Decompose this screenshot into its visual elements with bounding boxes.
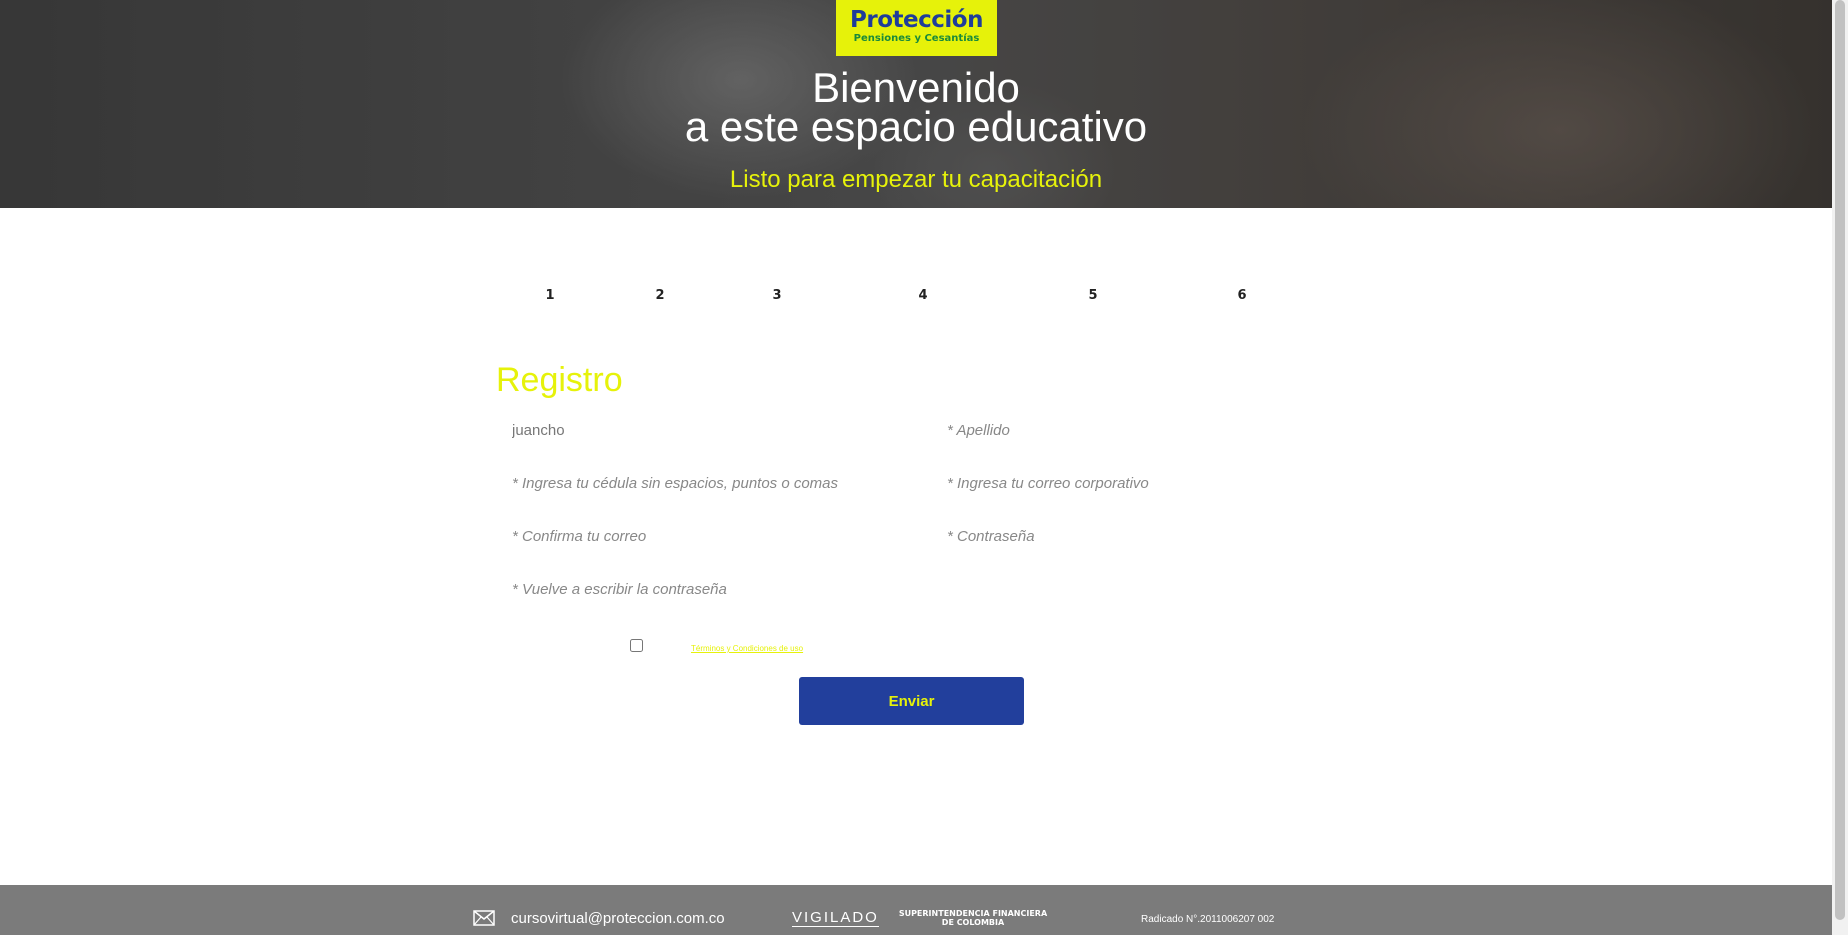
terms-link[interactable]: Términos y Condiciones de uso — [691, 644, 803, 653]
superfinanciera-label: SUPERINTENDENCIA FINANCIERA DE COLOMBIA — [898, 909, 1048, 927]
logo-title: Protección — [850, 7, 983, 33]
correo-input[interactable] — [947, 468, 1367, 498]
footer-email[interactable]: cursovirtual@proteccion.com.co — [511, 910, 725, 927]
welcome-subtitle: Listo para empezar tu capacitación — [729, 166, 1103, 193]
confirma-correo-input[interactable] — [512, 521, 932, 551]
welcome-heading-line2: a este espacio educativo — [684, 103, 1148, 150]
repite-contrasena-input[interactable] — [512, 574, 932, 604]
hero-banner: Protección Pensiones y Cesantías Bienven… — [0, 0, 1832, 208]
superfinanciera-line2: DE COLOMBIA — [941, 918, 1005, 927]
step-6: 6 — [1237, 288, 1247, 303]
enviar-button[interactable]: Enviar — [799, 677, 1024, 725]
welcome-heading: Bienvenido a este espacio educativo — [0, 67, 1832, 148]
cedula-input[interactable] — [512, 468, 932, 498]
apellido-input[interactable] — [947, 415, 1367, 445]
step-2: 2 — [655, 288, 665, 303]
superfinanciera-line1: SUPERINTENDENCIA FINANCIERA — [898, 909, 1048, 918]
scrollbar-thumb[interactable] — [1835, 0, 1845, 920]
mail-icon — [473, 910, 495, 926]
contrasena-input[interactable] — [947, 521, 1367, 551]
page-scrollbar[interactable] — [1832, 0, 1848, 935]
nombre-input[interactable] — [512, 415, 932, 445]
radicado-text: Radicado N°.2011006207 002 — [1141, 914, 1275, 925]
terms-checkbox[interactable] — [630, 639, 643, 652]
logo-tagline: Pensiones y Cesantías — [853, 33, 980, 44]
registro-title: Registro — [496, 361, 623, 399]
footer: cursovirtual@proteccion.com.co VIGILADO … — [0, 885, 1832, 935]
step-5: 5 — [1088, 288, 1098, 303]
step-4: 4 — [918, 288, 928, 303]
proteccion-logo[interactable]: Protección Pensiones y Cesantías — [836, 0, 997, 56]
vigilado-label: VIGILADO — [792, 909, 879, 927]
step-1: 1 — [545, 288, 555, 303]
step-3: 3 — [772, 288, 782, 303]
